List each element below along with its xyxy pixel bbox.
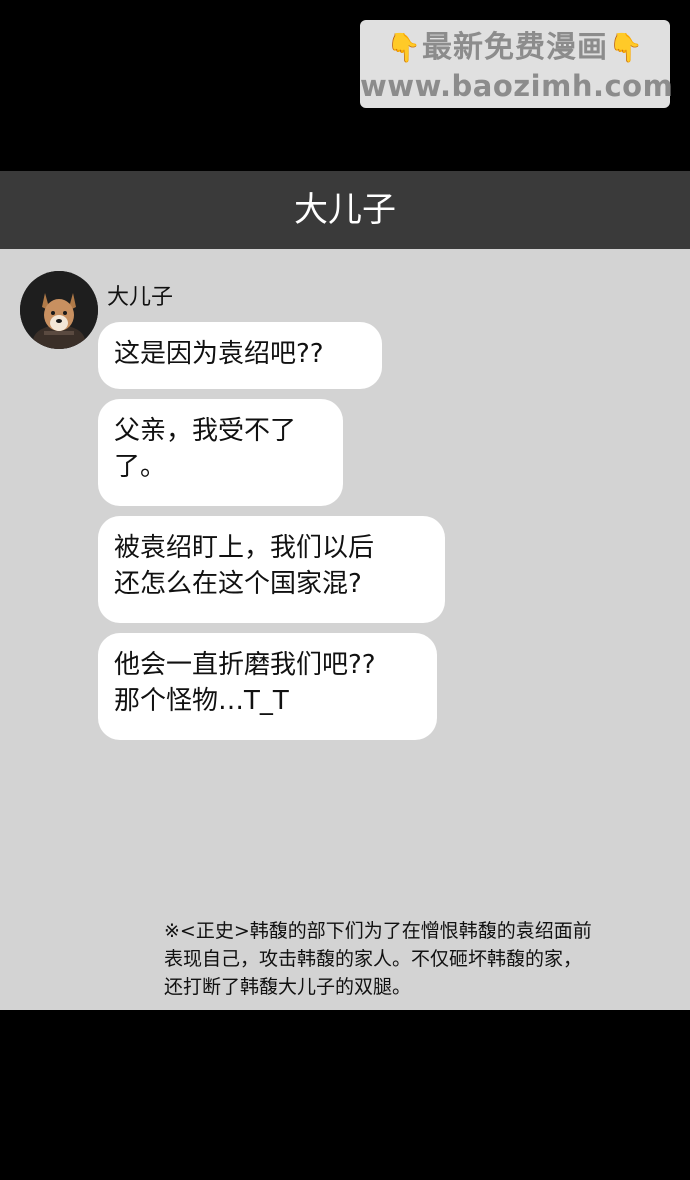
message-bubble: 父亲，我受不了 了。: [98, 399, 343, 506]
dog-avatar-icon: [20, 271, 98, 349]
chat-area: 大儿子 这是因为袁绍吧?? 父亲，我受不了 了。 被袁绍盯上，我们以后 还怎么在…: [0, 249, 690, 1010]
historical-footnote: ※<正史>韩馥的部下们为了在憎恨韩馥的袁绍面前 表现自己，攻击韩馥的家人。不仅砸…: [164, 920, 592, 998]
message-bubble: 被袁绍盯上，我们以后 还怎么在这个国家混?: [98, 516, 445, 623]
chat-header: 大儿子: [0, 171, 690, 249]
watermark-url: www.baozimh.com: [360, 69, 674, 103]
chat-title: 大儿子: [294, 190, 396, 230]
watermark-banner: 👇最新免费漫画👇 www.baozimh.com: [360, 20, 674, 108]
hand-pointing-down-icon: 👇: [386, 31, 422, 64]
message-bubble: 他会一直折磨我们吧?? 那个怪物…T_T: [98, 633, 437, 740]
avatar[interactable]: [20, 271, 98, 349]
sender-name: 大儿子: [107, 285, 174, 310]
message-bubble: 这是因为袁绍吧??: [98, 322, 382, 389]
hand-pointing-down-icon: 👇: [608, 31, 644, 64]
watermark-text: 最新免费漫画: [422, 30, 608, 65]
